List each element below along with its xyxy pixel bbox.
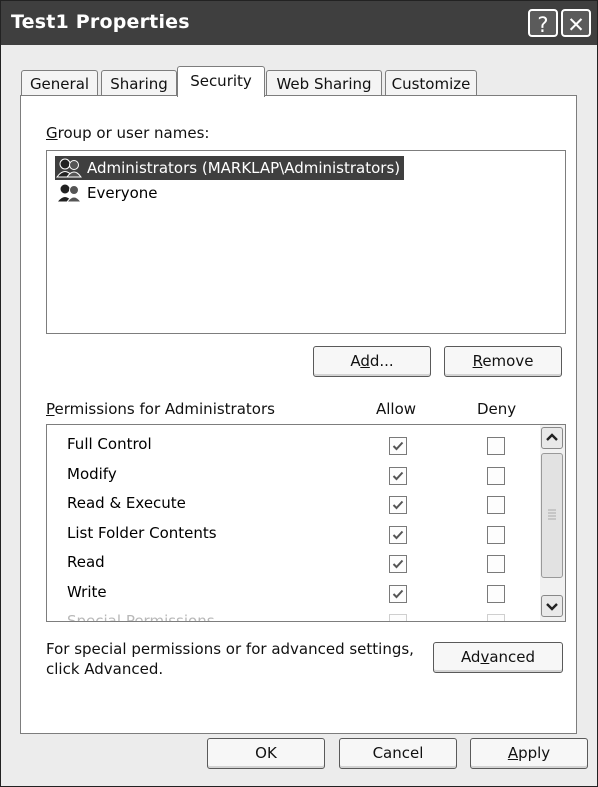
allow-checkbox[interactable] [389,555,407,573]
advanced-note: For special permissions or for advanced … [46,639,414,679]
list-item[interactable]: Everyone [55,181,158,205]
permission-row: Read & Execute [47,490,537,519]
tab-general[interactable]: General [21,70,98,96]
allow-column-header: Allow [376,400,417,418]
checkmark-icon [392,441,404,451]
permission-row: Modify [47,461,537,490]
checkmark-icon [392,559,404,569]
tab-web-sharing[interactable]: Web Sharing [266,70,382,96]
permission-row: Full Control [47,431,537,460]
security-panel: Group or user names: Administrators (MAR… [20,95,577,734]
permission-name: Read [67,553,105,571]
allow-checkbox[interactable] [389,496,407,514]
deny-checkbox[interactable] [487,614,505,621]
permission-row: Special Permissions [47,608,537,622]
permissions-label: Permissions for Administrators [46,400,275,418]
deny-checkbox[interactable] [487,525,505,544]
grip-icon [548,509,556,520]
tab-security[interactable]: Security [177,66,265,97]
apply-button[interactable]: Apply [470,738,588,769]
deny-column-header: Deny [477,400,517,418]
checkmark-icon [392,530,404,539]
dialog-body: General Sharing Security Web Sharing Cus… [1,45,597,786]
advanced-button[interactable]: Advanced [433,642,563,673]
scroll-down-button[interactable] [541,595,563,617]
permission-name: Special Permissions [67,612,215,622]
close-button[interactable]: ✕ [561,9,591,37]
window-title: Test1 Properties [11,11,190,33]
permission-name: List Folder Contents [67,523,217,542]
allow-checkbox[interactable] [389,614,407,621]
list-item[interactable]: Administrators (MARKLAP\Administrators) [55,156,405,180]
permission-name: Modify [67,464,117,483]
add-button[interactable]: Add... [313,346,431,377]
ok-button[interactable]: OK [207,738,325,769]
user-name: Everyone [87,184,158,202]
deny-checkbox[interactable] [487,584,505,603]
deny-checkbox[interactable] [487,437,505,455]
permissions-list[interactable]: Full Control Modify Read & Execute List Fol… [46,424,566,622]
allow-checkbox[interactable] [389,584,407,603]
advanced-note-line1: For special permissions or for advanced … [46,640,414,658]
user-group-icon [56,183,82,203]
deny-checkbox[interactable] [487,496,505,514]
permission-name: Full Control [67,435,152,453]
scroll-up-button[interactable] [541,427,563,449]
allow-checkbox[interactable] [389,525,407,544]
user-name: Administrators (MARKLAP\Administrators) [87,159,401,177]
properties-window: Test1 Properties ? ✕ General Sharing Sec… [0,0,598,787]
checkmark-icon [392,471,404,480]
checkmark-icon [392,589,404,598]
help-button[interactable]: ? [528,9,558,37]
scroll-thumb[interactable] [541,453,563,578]
permission-row: Read [47,549,537,578]
permission-row: Write [47,579,537,608]
permission-row: List Folder Contents [47,520,537,549]
allow-checkbox[interactable] [389,437,407,455]
deny-checkbox[interactable] [487,466,505,485]
vertical-scrollbar[interactable] [540,425,565,621]
tab-customize[interactable]: Customize [385,70,477,96]
remove-button[interactable]: Remove [444,346,562,377]
group-user-list[interactable]: Administrators (MARKLAP\Administrators) … [46,150,566,334]
title-bar[interactable]: Test1 Properties ? ✕ [1,1,597,45]
permission-name: Write [67,582,107,601]
group-user-names-label: Group or user names: [46,124,210,142]
scroll-down-icon [546,603,558,611]
user-group-icon [56,158,82,178]
cancel-button[interactable]: Cancel [339,738,457,769]
allow-checkbox[interactable] [389,466,407,485]
permission-name: Read & Execute [67,494,186,512]
deny-checkbox[interactable] [487,555,505,573]
tab-sharing[interactable]: Sharing [101,70,177,96]
checkmark-icon [392,500,404,510]
scroll-up-icon [546,433,558,441]
advanced-note-line2: click Advanced. [46,660,164,678]
